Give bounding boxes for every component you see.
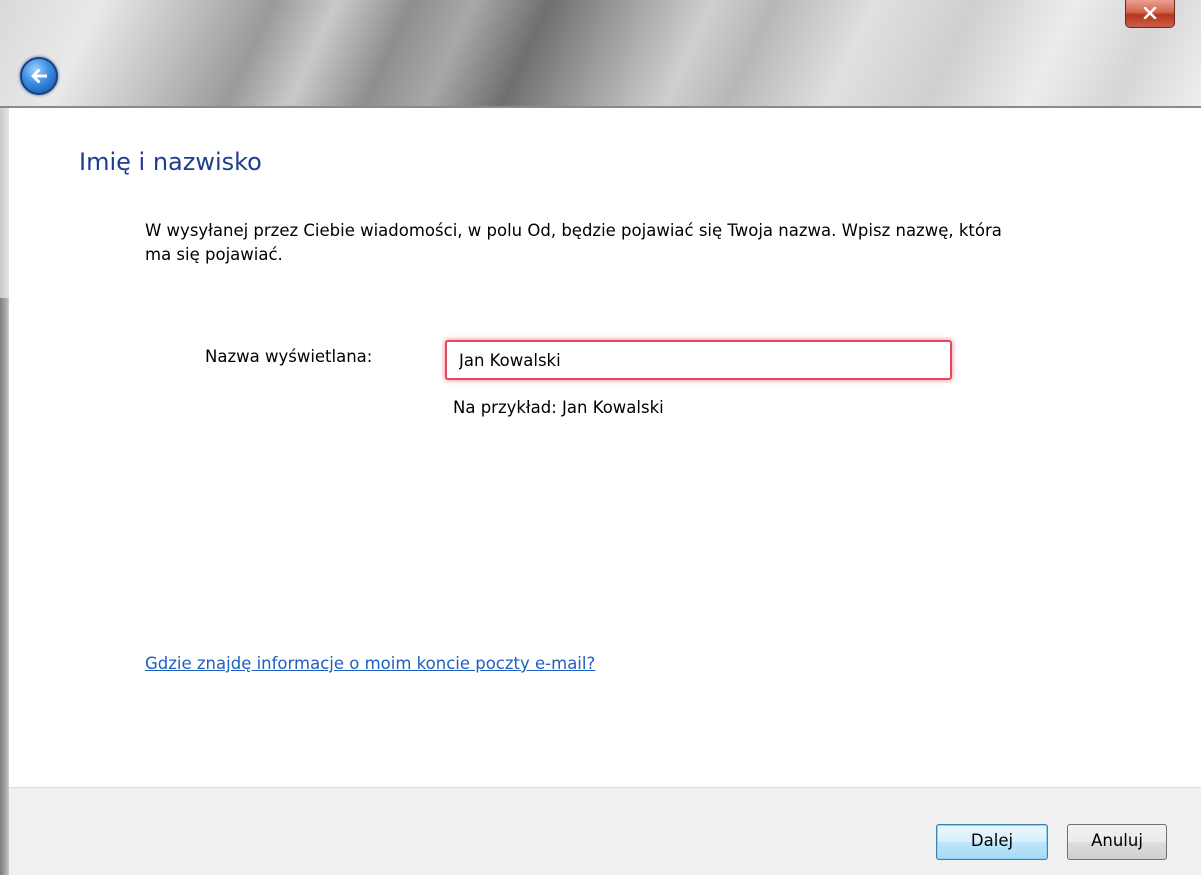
cancel-button[interactable]: Anuluj <box>1067 824 1167 860</box>
back-arrow-icon <box>31 68 47 84</box>
wizard-window: Imię i nazwisko W wysyłanej przez Ciebie… <box>0 0 1201 875</box>
back-button[interactable] <box>20 57 58 95</box>
display-name-label: Nazwa wyświetlana: <box>205 347 373 366</box>
display-name-input[interactable] <box>445 340 952 380</box>
display-name-example: Na przykład: Jan Kowalski <box>453 398 664 417</box>
title-bar <box>0 0 1201 108</box>
email-account-help-link[interactable]: Gdzie znajdę informacje o moim koncie po… <box>145 654 595 673</box>
next-button[interactable]: Dalej <box>936 824 1048 860</box>
page-title: Imię i nazwisko <box>79 148 262 176</box>
close-button[interactable] <box>1125 0 1175 28</box>
page-description: W wysyłanej przez Ciebie wiadomości, w p… <box>145 221 1002 264</box>
window-left-frame-highlight <box>0 108 9 298</box>
window-left-frame <box>0 108 9 875</box>
wizard-footer: Dalej Anuluj <box>9 787 1201 875</box>
close-icon <box>1143 7 1157 19</box>
wizard-content: Imię i nazwisko W wysyłanej przez Ciebie… <box>9 108 1201 787</box>
